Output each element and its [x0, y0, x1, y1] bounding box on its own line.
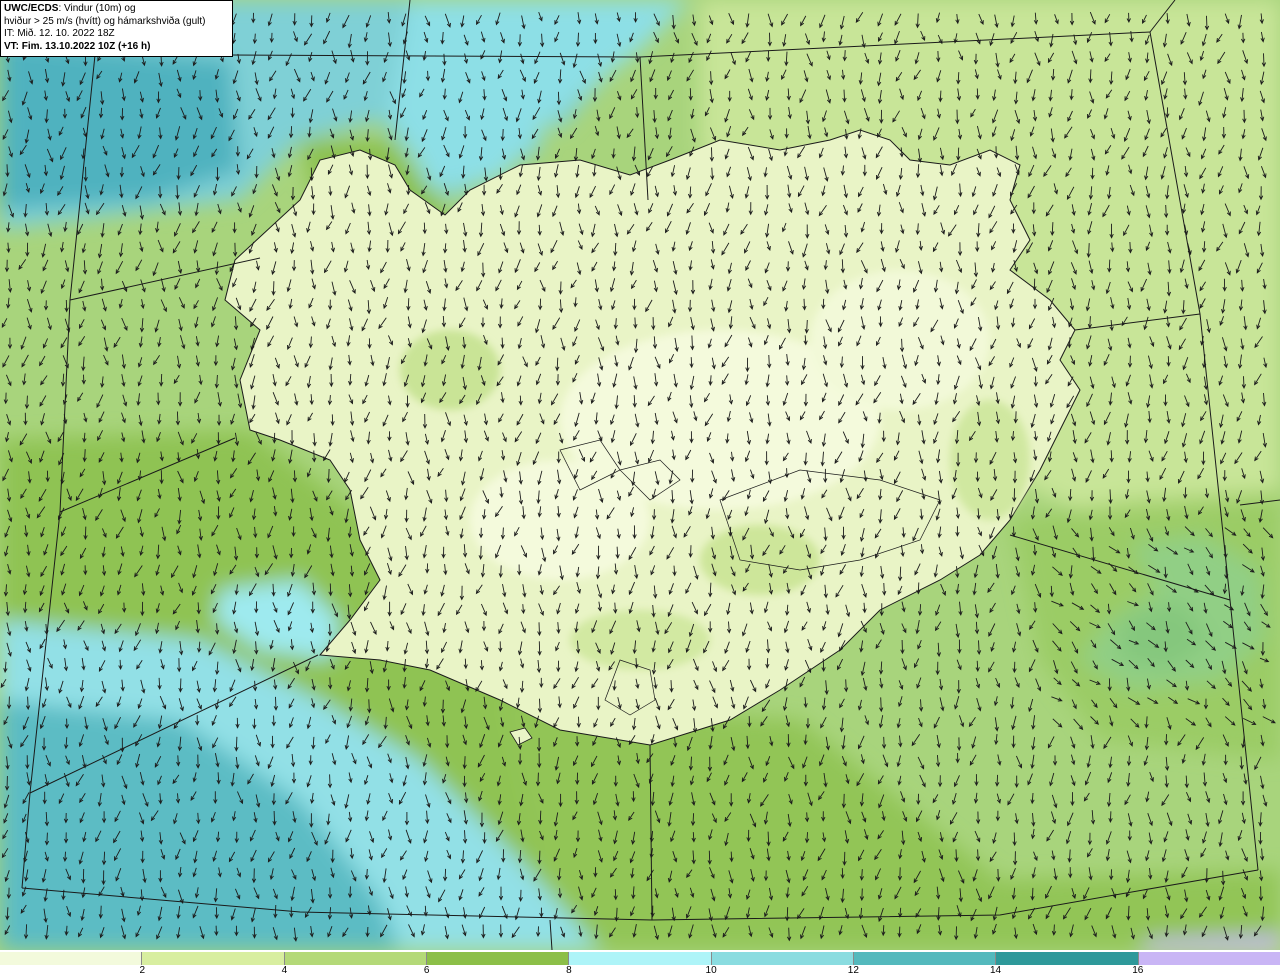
legend-tick-label: 2 — [139, 965, 145, 976]
legend-tick-label: 4 — [281, 965, 288, 976]
land-green-patch — [570, 610, 710, 670]
info-init-time: IT: Mið. 12. 10. 2022 18Z — [4, 28, 115, 39]
wind-map — [0, 0, 1280, 950]
title-rest: : Vindur (10m) og — [58, 3, 136, 14]
legend-swatch — [0, 952, 143, 965]
legend-tick-label: 10 — [705, 965, 717, 976]
legend-swatch — [142, 952, 285, 965]
legend-swatch — [426, 952, 570, 965]
land-white-patch — [810, 270, 990, 410]
legend-color-bar — [0, 952, 1280, 965]
legend-tick-label: 14 — [989, 965, 1002, 976]
info-valid-time: VT: Fim. 13.10.2022 10Z (+16 h) — [4, 40, 151, 52]
legend-tick-label: 8 — [566, 965, 572, 976]
forecast-info-box: UWC/ECDS: Vindur (10m) og hviður > 25 m/… — [0, 0, 233, 57]
legend-swatch — [711, 952, 854, 965]
legend-swatch — [1138, 952, 1280, 965]
legend-tick-label: 6 — [423, 965, 430, 976]
legend-tick-label: 16 — [1132, 965, 1144, 976]
legend-swatch — [569, 952, 712, 965]
legend-swatch — [853, 952, 997, 965]
color-legend: 2 4 6 8 10 12 14 16 — [0, 950, 1280, 978]
land-white-patch — [470, 460, 650, 580]
legend-tick-label: 12 — [847, 965, 859, 976]
legend-swatch — [996, 952, 1139, 965]
legend-swatch — [284, 952, 427, 965]
model-name: UWC/ECDS — [4, 3, 59, 14]
info-gust-line: hviður > 25 m/s (hvítt) og hámarkshviða … — [4, 15, 206, 27]
info-title-line: UWC/ECDS: Vindur (10m) og — [4, 3, 229, 16]
